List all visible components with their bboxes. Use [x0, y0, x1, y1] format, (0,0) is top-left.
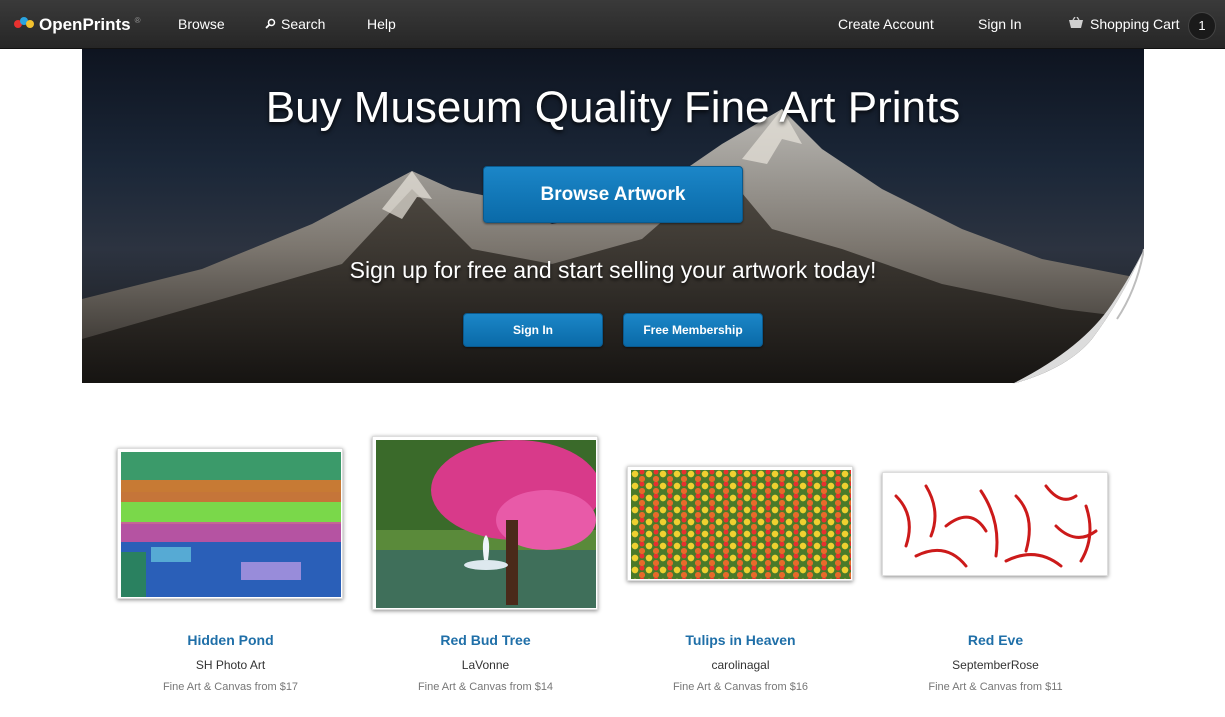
artwork-title[interactable]: Hidden Pond — [103, 632, 358, 648]
artwork-title[interactable]: Red Eve — [868, 632, 1123, 648]
cart-label: Shopping Cart — [1090, 16, 1180, 32]
artwork-thumbnail-tulips-in-heaven[interactable] — [627, 466, 853, 581]
hero-sign-in-button[interactable]: Sign In — [463, 313, 603, 347]
artwork-thumbnail-red-eve[interactable] — [882, 472, 1108, 576]
hero-subtitle: Sign up for free and start selling your … — [349, 257, 877, 283]
logo-text: OpenPrints — [39, 15, 131, 34]
registered-mark: ® — [134, 16, 141, 25]
hero-title: Buy Museum Quality Fine Art Prints — [265, 83, 961, 132]
hero-banner: Buy Museum Quality Fine Art Prints Brows… — [82, 49, 1144, 383]
artwork-title[interactable]: Tulips in Heaven — [613, 632, 868, 648]
artwork-thumbnail-hidden-pond[interactable] — [117, 448, 343, 599]
nav-shopping-cart[interactable]: Shopping Cart 1 — [1068, 0, 1216, 49]
cart-icon — [1068, 0, 1084, 49]
nav-create-account[interactable]: Create Account — [838, 0, 934, 49]
free-membership-button[interactable]: Free Membership — [623, 313, 763, 347]
artwork-image — [121, 452, 341, 597]
top-navbar: OpenPrints ® Browse Search Help Create Ac… — [0, 0, 1225, 49]
artwork-price: Fine Art & Canvas from $16 — [672, 681, 809, 693]
artwork-artist: carolinagal — [711, 658, 770, 672]
nav-sign-in[interactable]: Sign In — [978, 0, 1022, 49]
artwork-image — [631, 470, 851, 579]
search-icon — [265, 1, 276, 50]
artwork-price: Fine Art & Canvas from $11 — [928, 681, 1063, 693]
artwork-thumbnail-red-bud-tree[interactable] — [372, 436, 598, 610]
artwork-image — [376, 440, 596, 608]
artwork-title[interactable]: Red Bud Tree — [358, 632, 613, 648]
artwork-artist: SH Photo Art — [195, 658, 266, 672]
artwork-price: Fine Art & Canvas from $14 — [417, 681, 554, 693]
nav-help[interactable]: Help — [367, 0, 396, 49]
logo-icon — [14, 16, 36, 30]
nav-search[interactable]: Search — [265, 0, 325, 49]
nav-search-label: Search — [281, 16, 326, 32]
cart-count-badge: 1 — [1188, 12, 1216, 40]
logo[interactable]: OpenPrints ® — [14, 0, 141, 49]
artwork-price: Fine Art & Canvas from $17 — [162, 681, 299, 693]
artwork-image — [886, 476, 1106, 574]
nav-browse[interactable]: Browse — [178, 0, 225, 49]
artwork-artist: SeptemberRose — [952, 658, 1039, 672]
browse-artwork-button[interactable]: Browse Artwork — [483, 166, 743, 223]
artwork-artist: LaVonne — [461, 658, 510, 672]
